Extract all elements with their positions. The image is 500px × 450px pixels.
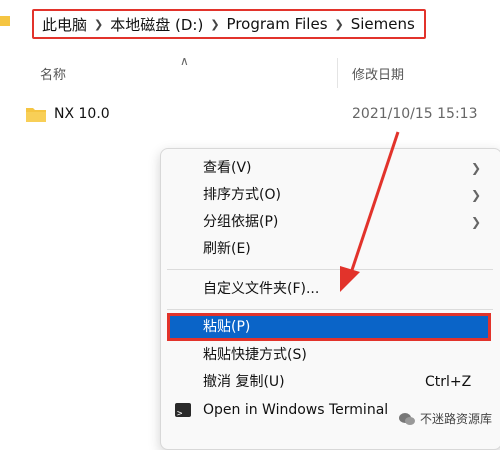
watermark-text: 不迷路资源库 xyxy=(420,412,493,426)
breadcrumb-local-disk[interactable]: 本地磁盘 (D:) xyxy=(108,14,205,35)
menu-item-paste[interactable]: 粘贴(P) xyxy=(167,313,491,341)
menu-item-undo-copy[interactable]: 撤消 复制(U) Ctrl+Z xyxy=(161,369,491,395)
menu-item-label: 撤消 复制(U) xyxy=(203,374,285,390)
file-date: 2021/10/15 15:13 xyxy=(352,106,478,122)
chevron-right-icon: ❯ xyxy=(471,161,482,175)
menu-item-label: 查看(V) xyxy=(203,160,252,176)
breadcrumb-siemens[interactable]: Siemens xyxy=(349,15,417,33)
menu-item-shortcut: Ctrl+Z xyxy=(425,374,472,390)
menu-item-label: 粘贴(P) xyxy=(203,319,251,335)
menu-item-paste-shortcut[interactable]: 粘贴快捷方式(S) xyxy=(161,342,491,368)
column-divider[interactable] xyxy=(337,58,338,88)
breadcrumb-program-files[interactable]: Program Files xyxy=(225,15,330,33)
column-header-date[interactable]: 修改日期 xyxy=(352,64,404,83)
menu-item-label: 分组依据(P) xyxy=(203,214,279,230)
menu-item-customize-folder[interactable]: 自定义文件夹(F)... xyxy=(161,276,491,302)
menu-separator xyxy=(167,269,493,270)
chevron-right-icon: ❯ xyxy=(334,17,344,31)
breadcrumb[interactable]: 此电脑 ❯ 本地磁盘 (D:) ❯ Program Files ❯ Siemen… xyxy=(32,9,426,39)
chevron-right-icon: ❯ xyxy=(471,215,482,229)
sort-ascending-icon: ∧ xyxy=(180,54,189,68)
chevron-right-icon: ❯ xyxy=(471,188,482,202)
file-name[interactable]: NX 10.0 xyxy=(54,106,110,122)
menu-separator xyxy=(167,309,493,310)
menu-item-refresh[interactable]: 刷新(E) xyxy=(161,236,491,262)
menu-item-label: 粘贴快捷方式(S) xyxy=(203,347,307,363)
menu-item-sort[interactable]: 排序方式(O) ❯ xyxy=(161,182,491,208)
context-menu: 查看(V) ❯ 排序方式(O) ❯ 分组依据(P) ❯ 刷新(E) 自定义文件夹… xyxy=(160,148,500,450)
menu-item-view[interactable]: 查看(V) ❯ xyxy=(161,155,491,181)
menu-item-label: 刷新(E) xyxy=(203,241,251,257)
chevron-right-icon: ❯ xyxy=(210,17,220,31)
chevron-right-icon: ❯ xyxy=(94,17,104,31)
folder-icon xyxy=(26,108,46,122)
menu-item-label: Open in Windows Terminal xyxy=(203,402,389,418)
folder-icon xyxy=(0,16,10,26)
wechat-icon xyxy=(399,412,415,425)
watermark: 不迷路资源库 xyxy=(398,410,492,427)
menu-item-label: 自定义文件夹(F)... xyxy=(203,281,320,297)
column-header-name[interactable]: 名称 xyxy=(40,64,66,83)
breadcrumb-this-pc[interactable]: 此电脑 xyxy=(40,14,89,35)
menu-item-group[interactable]: 分组依据(P) ❯ xyxy=(161,209,491,235)
terminal-icon: >_ xyxy=(175,403,191,419)
menu-item-label: 排序方式(O) xyxy=(203,187,281,203)
